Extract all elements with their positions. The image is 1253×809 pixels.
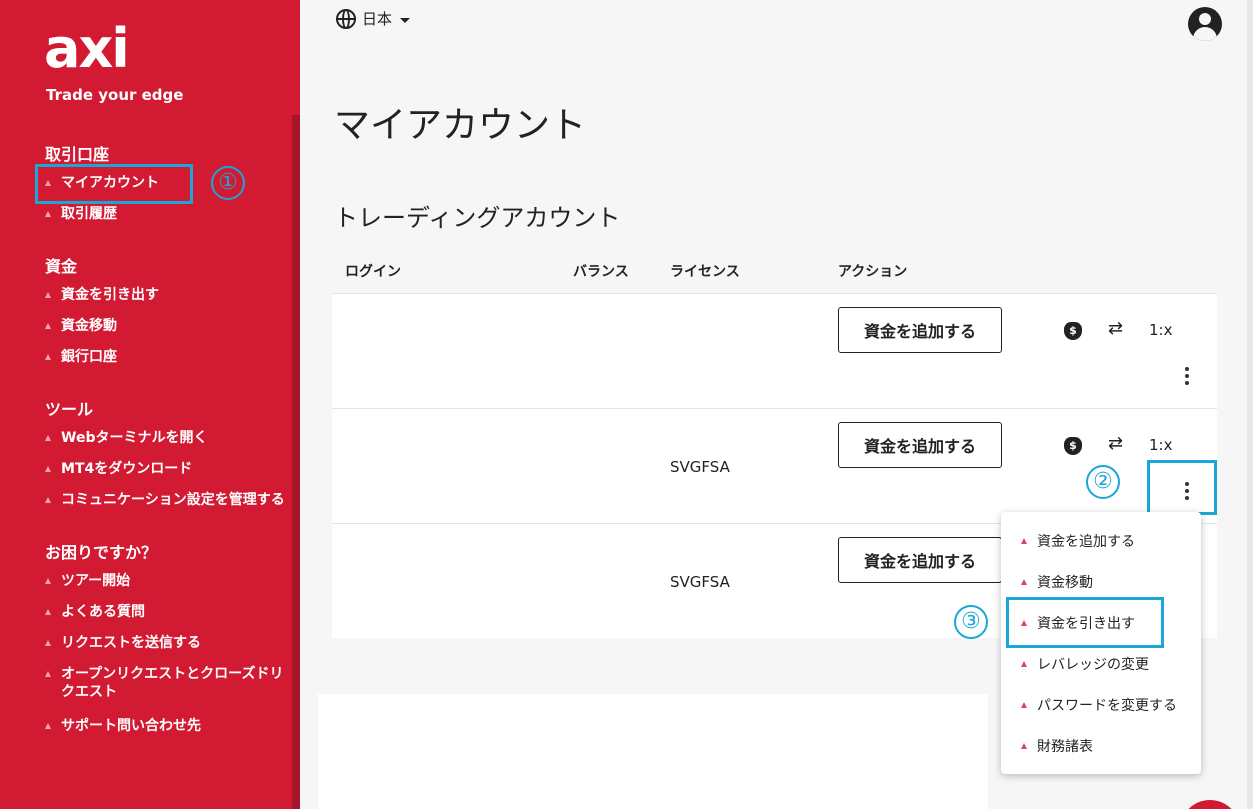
sidebar: axi Trade your edge 取引口座 マイアカウント 取引履歴 資金… (0, 0, 300, 809)
nav-section-funds: 資金 (45, 257, 78, 276)
annotation-box-2 (1147, 460, 1217, 515)
transfer-icon[interactable]: ⇄ (1108, 318, 1123, 339)
sidebar-item-bank-accounts[interactable]: 銀行口座 (45, 348, 117, 366)
column-header-action: アクション (838, 264, 908, 280)
add-funds-button[interactable]: 資金を追加する (838, 307, 1002, 353)
language-selector[interactable]: 日本 (336, 8, 411, 29)
globe-icon (336, 8, 356, 29)
nav-section-tools: ツール (45, 400, 94, 419)
sidebar-item-tour[interactable]: ツアー開始 (45, 572, 130, 590)
sidebar-item-submit-request[interactable]: リクエストを送信する (45, 634, 201, 652)
axi-logo[interactable]: axi (44, 22, 130, 76)
sidebar-item-transfer[interactable]: 資金移動 (45, 317, 117, 335)
caret-down-icon (400, 18, 411, 23)
sidebar-item-faq[interactable]: よくある質問 (45, 603, 145, 621)
dollar-icon[interactable]: $ (1064, 437, 1082, 455)
section-title: トレーディングアカウント (334, 204, 621, 232)
nav-section-trading-accounts: 取引口座 (45, 145, 110, 164)
sidebar-item-support-contact[interactable]: サポート問い合わせ先 (45, 717, 201, 735)
page-title: マイアカウント (334, 105, 587, 146)
brand-tagline: Trade your edge (46, 86, 184, 104)
menu-item-transfer[interactable]: 資金移動 (1021, 572, 1093, 592)
column-header-balance: バランス (573, 264, 629, 280)
annotation-number-3: ③ (954, 605, 988, 639)
leverage-link[interactable]: 1:x (1149, 436, 1172, 454)
lower-panel (318, 694, 988, 809)
add-funds-button[interactable]: 資金を追加する (838, 537, 1002, 583)
add-funds-button[interactable]: 資金を追加する (838, 422, 1002, 468)
annotation-box-3 (1006, 597, 1164, 648)
annotation-number-2: ② (1086, 465, 1120, 499)
chat-widget-button[interactable] (1180, 800, 1240, 809)
transfer-icon[interactable]: ⇄ (1108, 433, 1123, 454)
column-header-license: ライセンス (670, 264, 740, 280)
nav-section-help: お困りですか？ (45, 543, 158, 562)
language-label: 日本 (362, 10, 393, 28)
more-actions-icon[interactable] (1182, 367, 1192, 388)
column-header-login: ログイン (345, 264, 401, 280)
license-value: SVGFSA (670, 573, 730, 591)
account-avatar-icon[interactable] (1188, 7, 1222, 41)
leverage-link[interactable]: 1:x (1149, 321, 1172, 339)
sidebar-item-download-mt4[interactable]: MT4をダウンロード (45, 460, 192, 478)
menu-item-add-funds[interactable]: 資金を追加する (1021, 531, 1135, 551)
table-row: SVGFSA 資金を追加する $ ⇄ 1:x (332, 408, 1217, 523)
sidebar-item-open-closed-requests[interactable]: オープンリクエストとクローズドリクエスト (45, 665, 285, 701)
sidebar-item-trade-history[interactable]: 取引履歴 (45, 205, 117, 223)
license-value: SVGFSA (670, 458, 730, 476)
sidebar-item-withdraw[interactable]: 資金を引き出す (45, 286, 159, 304)
menu-item-financial-statements[interactable]: 財務諸表 (1021, 736, 1093, 756)
sidebar-item-communication-settings[interactable]: コミュニケーション設定を管理する (45, 491, 285, 509)
menu-item-change-leverage[interactable]: レバレッジの変更 (1021, 654, 1149, 674)
annotation-box-1 (35, 164, 193, 204)
table-row: 資金を追加する $ ⇄ 1:x (332, 293, 1217, 408)
annotation-number-1: ① (211, 166, 245, 200)
dollar-icon[interactable]: $ (1064, 322, 1082, 340)
page-scrollbar[interactable] (1247, 0, 1253, 809)
sidebar-item-web-terminal[interactable]: Webターミナルを開く (45, 429, 207, 447)
menu-item-change-password[interactable]: パスワードを変更する (1021, 695, 1177, 715)
sidebar-scrollbar[interactable] (292, 115, 300, 809)
